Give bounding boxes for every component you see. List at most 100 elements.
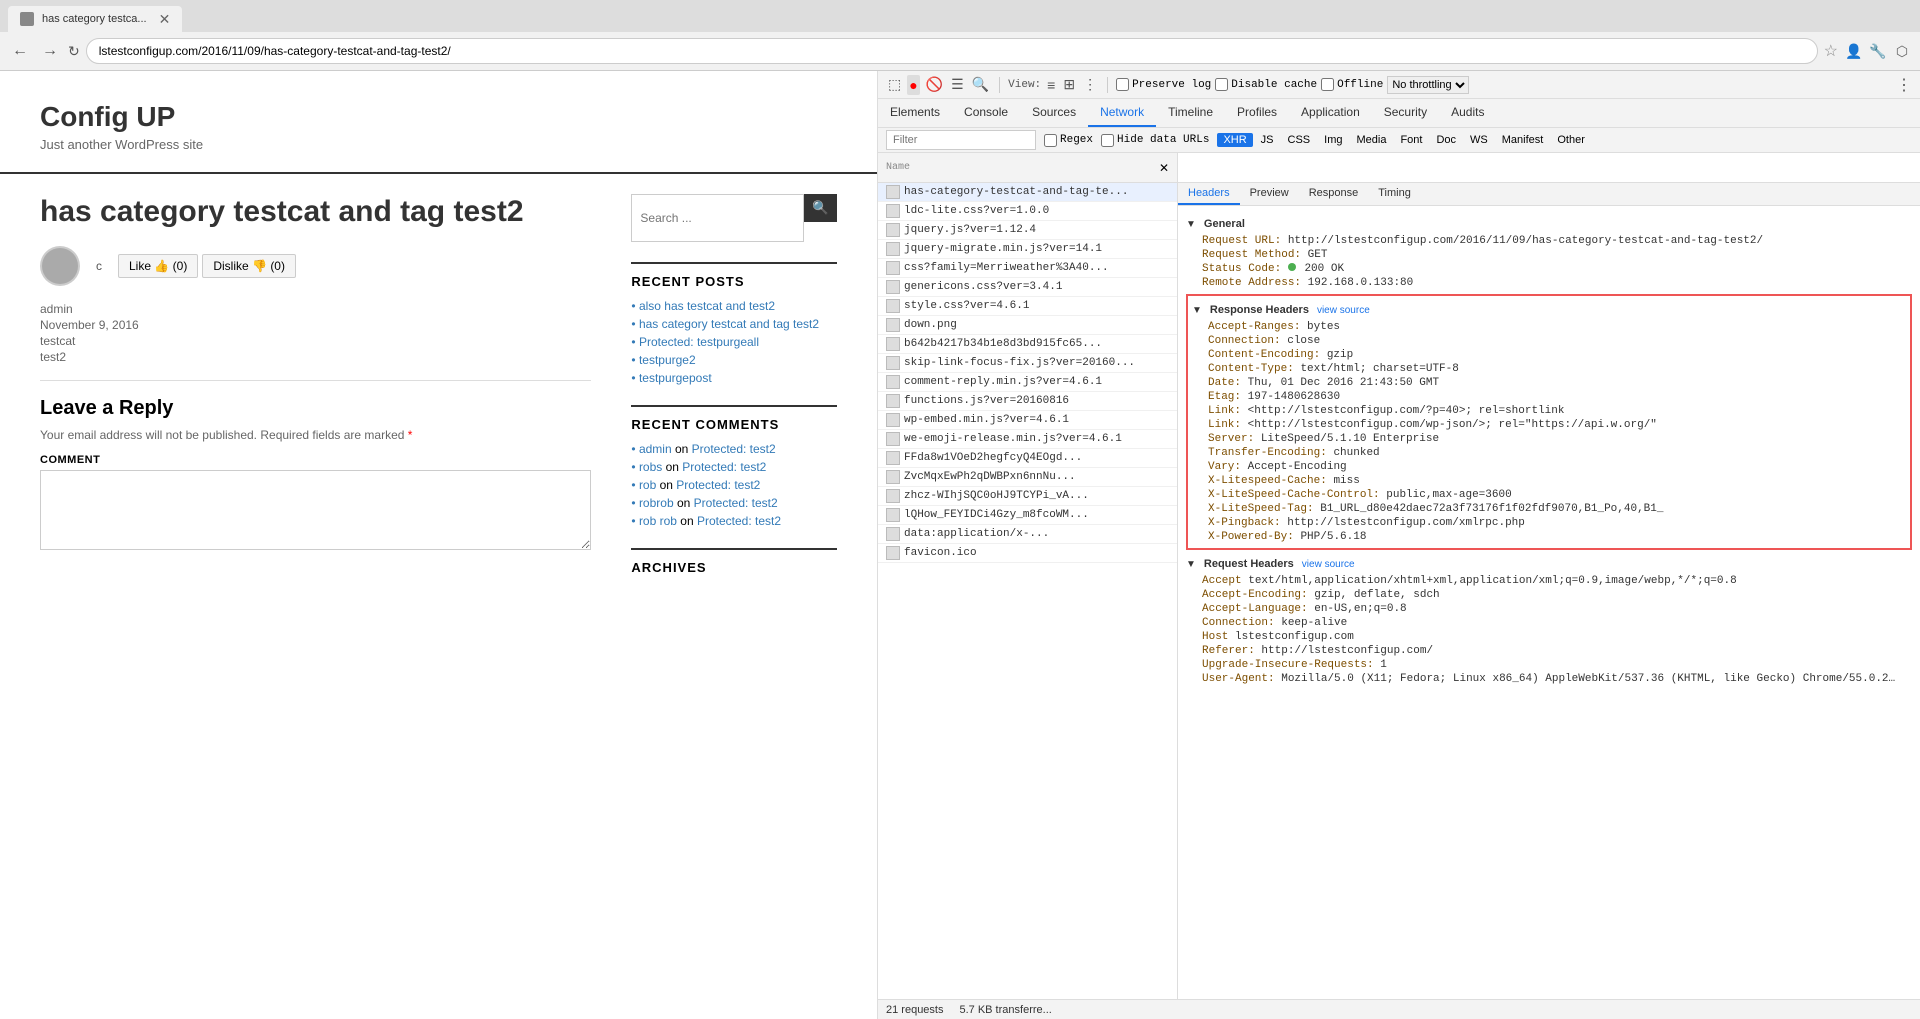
list-item[interactable]: has category testcat and tag test2 <box>631 317 837 331</box>
tab-elements[interactable]: Elements <box>878 99 952 127</box>
view-grid-button[interactable]: ⊞ <box>1061 74 1077 95</box>
network-row[interactable]: b642b4217b34b1e8d3bd915fc65... <box>878 335 1177 354</box>
list-item[interactable]: rob on Protected: test2 <box>631 478 837 492</box>
network-row[interactable]: has-category-testcat-and-tag-te... <box>878 183 1177 202</box>
bookmark-button[interactable]: ☆ <box>1824 41 1838 61</box>
network-row[interactable]: style.css?ver=4.6.1 <box>878 297 1177 316</box>
network-row[interactable]: ZvcMqxEwPh2qDWBPxn6nnNu... <box>878 468 1177 487</box>
hide-data-urls-checkbox[interactable]: Hide data URLs <box>1101 134 1209 147</box>
devtools-more-button[interactable]: ⋮ <box>1896 75 1912 95</box>
list-item[interactable]: robrob on Protected: test2 <box>631 496 837 510</box>
view-source-link-req[interactable]: view source <box>1302 559 1355 570</box>
extension-icon-1[interactable]: 👤 <box>1844 41 1864 61</box>
resp-header-x-litespeed-cache-control: X-LiteSpeed-Cache-Control: public,max-ag… <box>1192 488 1906 502</box>
extension-icon-3[interactable]: ⬡ <box>1892 41 1912 61</box>
search-button[interactable]: 🔍 <box>804 194 837 222</box>
network-row[interactable]: wp-embed.min.js?ver=4.6.1 <box>878 411 1177 430</box>
filter-type-doc[interactable]: Doc <box>1430 133 1462 147</box>
network-row[interactable]: we-emoji-release.min.js?ver=4.6.1 <box>878 430 1177 449</box>
tab-sources[interactable]: Sources <box>1020 99 1088 127</box>
filter-type-other[interactable]: Other <box>1551 133 1591 147</box>
transfer-size: 5.7 KB transferre... <box>959 1004 1051 1016</box>
recent-comments-title: RECENT COMMENTS <box>631 405 837 432</box>
tab-console[interactable]: Console <box>952 99 1020 127</box>
devtools-search-button[interactable]: 🔍 <box>970 74 991 95</box>
dislike-button[interactable]: Dislike 👎 (0) <box>202 254 296 278</box>
tab-close-button[interactable]: ✕ <box>159 12 171 26</box>
filter-type-manifest[interactable]: Manifest <box>1496 133 1550 147</box>
network-row[interactable]: down.png <box>878 316 1177 335</box>
detail-tab-preview[interactable]: Preview <box>1240 183 1299 205</box>
network-row[interactable]: FFda8w1VOeD2hegfcyQ4EOgd... <box>878 449 1177 468</box>
tab-profiles[interactable]: Profiles <box>1225 99 1289 127</box>
list-item[interactable]: admin on Protected: test2 <box>631 442 837 456</box>
filter-type-font[interactable]: Font <box>1394 133 1428 147</box>
detail-tab-headers[interactable]: Headers <box>1178 183 1240 205</box>
list-item[interactable]: Protected: testpurgeall <box>631 335 837 349</box>
filter-type-ws[interactable]: WS <box>1464 133 1494 147</box>
devtools-inspect-button[interactable]: ⬚ <box>886 74 903 95</box>
list-item[interactable]: also has testcat and test2 <box>631 299 837 313</box>
request-headers-section-header[interactable]: ▼ Request Headers view source <box>1186 554 1912 574</box>
network-row[interactable]: css?family=Merriweather%3A40... <box>878 259 1177 278</box>
filter-type-css[interactable]: CSS <box>1282 133 1317 147</box>
tab-timeline[interactable]: Timeline <box>1156 99 1225 127</box>
like-button[interactable]: Like 👍 (0) <box>118 254 198 278</box>
response-headers-section-header[interactable]: ▼ Response Headers view source <box>1192 300 1906 320</box>
filter-type-img[interactable]: Img <box>1318 133 1348 147</box>
network-row[interactable]: genericons.css?ver=3.4.1 <box>878 278 1177 297</box>
filter-type-xhr[interactable]: XHR <box>1217 133 1252 147</box>
disable-cache-checkbox[interactable]: Disable cache <box>1215 78 1317 91</box>
detail-tab-timing[interactable]: Timing <box>1368 183 1421 205</box>
list-item[interactable]: rob rob on Protected: test2 <box>631 514 837 528</box>
network-row[interactable]: skip-link-focus-fix.js?ver=20160... <box>878 354 1177 373</box>
req-header-accept: Accept text/html,application/xhtml+xml,a… <box>1186 574 1912 588</box>
tab-network[interactable]: Network <box>1088 99 1156 127</box>
network-row[interactable]: jquery.js?ver=1.12.4 <box>878 221 1177 240</box>
search-input[interactable] <box>631 194 804 242</box>
tab-application[interactable]: Application <box>1289 99 1372 127</box>
list-item[interactable]: testpurge2 <box>631 353 837 367</box>
network-row[interactable]: comment-reply.min.js?ver=4.6.1 <box>878 373 1177 392</box>
network-row[interactable]: functions.js?ver=20160816 <box>878 392 1177 411</box>
view-list-button[interactable]: ≡ <box>1045 75 1057 95</box>
address-bar[interactable] <box>86 38 1818 64</box>
network-row[interactable]: jquery-migrate.min.js?ver=14.1 <box>878 240 1177 259</box>
devtools-record-button[interactable]: ● <box>907 75 919 95</box>
detail-tab-response[interactable]: Response <box>1299 183 1369 205</box>
filter-type-media[interactable]: Media <box>1350 133 1392 147</box>
network-row[interactable]: zhcz-WIhjSQC0oHJ9TCYPi_vA... <box>878 487 1177 506</box>
devtools-clear-button[interactable]: 🚫 <box>924 74 945 95</box>
req-header-host: Host lstestconfigup.com <box>1186 630 1912 644</box>
list-item[interactable]: testpurgepost <box>631 371 837 385</box>
network-row[interactable]: favicon.ico <box>878 544 1177 563</box>
close-details-button[interactable]: ✕ <box>1159 161 1169 175</box>
req-header-connection: Connection: keep-alive <box>1186 616 1912 630</box>
network-row[interactable]: ldc-lite.css?ver=1.0.0 <box>878 202 1177 221</box>
filter-type-js[interactable]: JS <box>1255 133 1280 147</box>
devtools-filter-button[interactable]: ☰ <box>949 74 966 95</box>
extension-icon-2[interactable]: 🔧 <box>1868 41 1888 61</box>
leave-reply-title: Leave a Reply <box>40 397 591 420</box>
general-section-header[interactable]: ▼ General <box>1186 214 1912 234</box>
browser-tab[interactable]: has category testca... ✕ <box>8 6 182 32</box>
list-item[interactable]: robs on Protected: test2 <box>631 460 837 474</box>
network-filter-input[interactable] <box>886 130 1036 150</box>
view-source-link[interactable]: view source <box>1317 305 1370 316</box>
tab-audits[interactable]: Audits <box>1439 99 1496 127</box>
view-more-button[interactable]: ⋮ <box>1081 74 1099 95</box>
archives-title: ARCHIVES <box>631 548 837 575</box>
network-row[interactable]: lQHow_FEYIDCi4Gzy_m8fcoWM... <box>878 506 1177 525</box>
regex-checkbox[interactable]: Regex <box>1044 134 1093 147</box>
network-row[interactable]: data:application/x-... <box>878 525 1177 544</box>
author-c-label: c <box>96 259 102 273</box>
reload-button[interactable]: ↻ <box>68 43 80 60</box>
offline-checkbox[interactable]: Offline <box>1321 78 1383 91</box>
resp-header-x-pingback: X-Pingback: http://lstestconfigup.com/xm… <box>1192 516 1906 530</box>
comment-textarea[interactable] <box>40 470 591 550</box>
back-button[interactable]: ← <box>8 40 32 62</box>
throttling-select[interactable]: No throttling <box>1387 76 1469 94</box>
forward-button[interactable]: → <box>38 40 62 62</box>
tab-security[interactable]: Security <box>1372 99 1439 127</box>
preserve-log-checkbox[interactable]: Preserve log <box>1116 78 1211 91</box>
